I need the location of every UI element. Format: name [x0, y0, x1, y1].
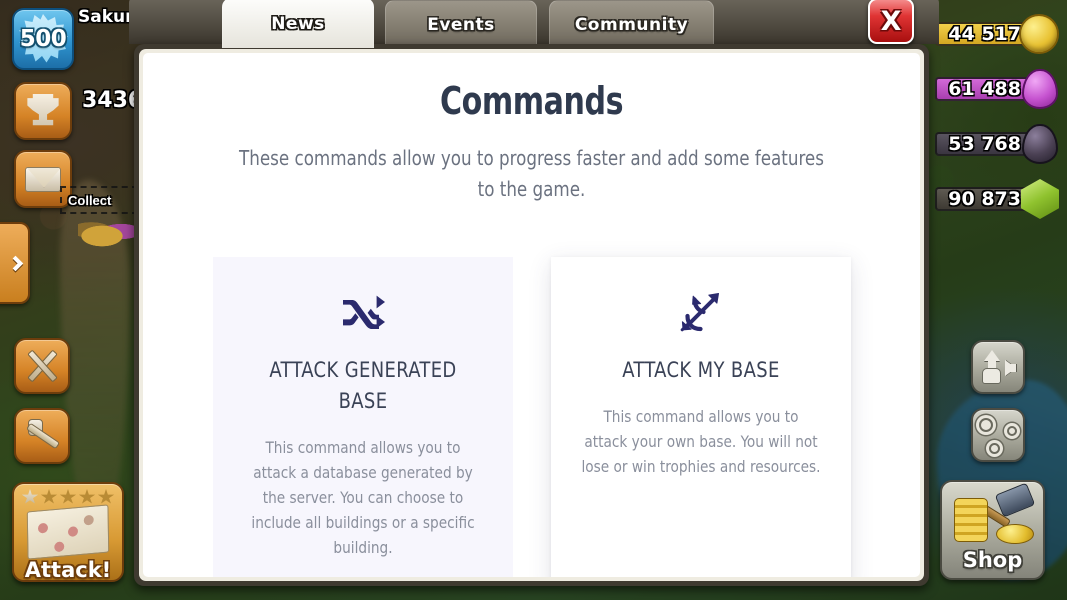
mail-icon [25, 166, 61, 192]
army-button[interactable] [14, 338, 70, 394]
tab-events[interactable]: Events [385, 0, 537, 48]
bow-and-arrow-icon [575, 291, 827, 333]
trophy-button[interactable] [14, 82, 72, 140]
trophy-icon [27, 94, 59, 126]
tab-community[interactable]: Community [549, 0, 714, 48]
dark-elixir-drop-icon [1019, 124, 1061, 164]
gears-icon [978, 416, 1018, 454]
close-button[interactable]: X [868, 0, 914, 44]
move-layout-button[interactable] [971, 340, 1025, 394]
attack-label: Attack! [24, 558, 112, 582]
star-icon [97, 489, 115, 504]
battle-map-icon [26, 504, 110, 560]
gold-coin-icon [1019, 14, 1061, 54]
modal-panel-inner: Commands These commands allow you to pro… [139, 49, 924, 581]
close-icon: X [880, 5, 902, 37]
attack-button[interactable]: Attack! [12, 482, 124, 582]
star-icon [21, 489, 39, 504]
gems-value: 90 873 [948, 188, 1021, 210]
shop-coins-hammer-icon [950, 482, 1036, 548]
shuffle-icon [237, 291, 489, 333]
page-subtitle: These commands allow you to progress fas… [239, 146, 824, 201]
level-value: 500 [19, 26, 67, 52]
shop-label: Shop [962, 548, 1023, 572]
command-cards: ATTACK GENERATED BASE This command allow… [143, 257, 920, 577]
elixir-value: 61 488 [948, 78, 1021, 100]
star-icon [40, 489, 58, 504]
attack-stars [14, 484, 122, 505]
crossed-swords-icon [24, 348, 60, 384]
game-screen: 500 Sakura 3436 Collect Attack! 44 517 6… [0, 0, 1067, 600]
star-icon [78, 489, 96, 504]
tab-events-label: Events [427, 14, 495, 35]
gems-bar: 90 873 [935, 187, 1031, 211]
page-title: Commands [439, 79, 624, 123]
tab-community-label: Community [574, 14, 689, 35]
dark-elixir-value: 53 768 [948, 133, 1021, 155]
elixir-bar: 61 488 [935, 77, 1031, 101]
tab-news-label: News [271, 13, 325, 34]
gold-value: 44 517 [948, 23, 1021, 45]
drawer-expand-button[interactable] [0, 222, 30, 304]
settings-button[interactable] [971, 408, 1025, 462]
card-description: This command allows you to attack a data… [250, 438, 475, 557]
hud-left: 500 Sakura 3436 Collect Attack! [0, 0, 145, 600]
tab-news[interactable]: News [222, 0, 374, 48]
modal-tabbar: News Events Community [129, 0, 939, 48]
command-card-attack-my-base[interactable]: ATTACK MY BASE This command allows you t… [550, 257, 851, 577]
collect-label[interactable]: Collect [68, 193, 111, 208]
elixir-drop-icon [1019, 69, 1061, 109]
resource-row-dark-elixir: 53 768 [935, 124, 1061, 164]
dark-elixir-bar: 53 768 [935, 132, 1031, 156]
card-title: ATTACK MY BASE [621, 358, 780, 382]
star-burst-icon: 500 [18, 14, 68, 64]
move-arrows-hand-icon [980, 350, 1016, 384]
hud-right: 44 517 61 488 53 768 90 873 Shop [930, 0, 1067, 600]
resource-row-gold: 44 517 [935, 14, 1061, 54]
hammer-icon [23, 418, 61, 454]
gem-icon [1019, 179, 1061, 219]
resource-row-elixir: 61 488 [935, 69, 1061, 109]
builder-button[interactable] [14, 408, 70, 464]
gold-bar: 44 517 [935, 22, 1031, 46]
modal-panel: Commands These commands allow you to pro… [134, 44, 929, 586]
level-badge[interactable]: 500 [12, 8, 74, 70]
shop-button[interactable]: Shop [940, 480, 1045, 580]
modal-content: Commands These commands allow you to pro… [143, 53, 920, 577]
chevron-right-icon [7, 255, 24, 271]
star-icon [59, 489, 77, 504]
resource-row-gems: 90 873 [935, 179, 1061, 219]
command-card-attack-generated-base[interactable]: ATTACK GENERATED BASE This command allow… [212, 257, 513, 577]
news-modal: News Events Community X Commands These c… [129, 0, 939, 594]
card-description: This command allows you to attack your o… [580, 407, 821, 476]
card-title: ATTACK GENERATED BASE [268, 358, 457, 413]
